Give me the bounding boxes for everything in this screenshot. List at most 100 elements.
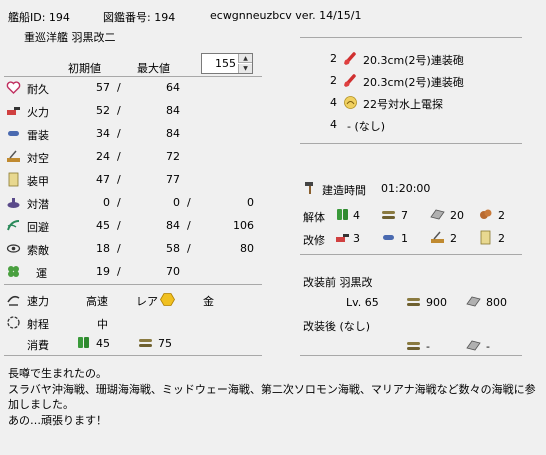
stat-label: 索敵 — [27, 244, 49, 257]
divider — [4, 76, 262, 77]
equip-name[interactable]: 20.3cm(2号)連装砲 — [363, 52, 464, 68]
modern-firepower-icon — [335, 230, 350, 245]
dismantle-label: 解体 — [303, 211, 325, 224]
build-time-label: 建造時間 — [322, 184, 366, 197]
stat-separator: / — [117, 150, 121, 163]
remodel-before-label: 改装前 羽黒改 — [303, 276, 373, 289]
stat-separator: / — [117, 104, 121, 117]
divider — [300, 355, 522, 356]
remodel-before-ammo-icon — [406, 294, 421, 309]
stat-max-value: 64 — [166, 81, 180, 94]
level-spinner[interactable]: 155 ▲ ▼ — [201, 53, 253, 74]
stat-label: 装甲 — [27, 175, 49, 188]
stat-label: 対潜 — [27, 198, 49, 211]
stat-max-value: 72 — [166, 150, 180, 163]
stat-initial-value: 34 — [96, 127, 110, 140]
armor-icon — [6, 172, 21, 187]
modern-antiair-icon — [430, 230, 445, 245]
modern-torpedo-value: 1 — [401, 232, 408, 245]
modern-armor-icon — [478, 230, 493, 245]
description-line: 長噂で生まれたの。 — [8, 367, 107, 380]
stat-max-value: 0 — [173, 196, 180, 209]
rarity-value: 金 — [203, 295, 214, 308]
equip-slot-count: 2 — [330, 52, 337, 65]
gun-icon — [343, 73, 358, 88]
stat-separator: / — [117, 173, 121, 186]
stat-label: 運 — [36, 267, 47, 280]
remodel-before-level: Lv. 65 — [346, 296, 379, 309]
modern-antiair-value: 2 — [450, 232, 457, 245]
cost-fuel-value: 45 — [96, 337, 110, 350]
equip-name[interactable]: 20.3cm(2号)連装砲 — [363, 74, 464, 90]
divider — [4, 355, 262, 356]
ship-name: 重巡洋艦 羽黒改二 — [24, 31, 116, 44]
stat-label: 耐久 — [27, 83, 49, 96]
speed-value: 高速 — [86, 295, 108, 308]
equip-slot-count: 4 — [330, 118, 337, 131]
equip-name[interactable]: - (なし) — [347, 118, 385, 134]
dismantle-steel-icon — [430, 207, 445, 222]
stat-max-value: 70 — [166, 265, 180, 278]
range-label: 射程 — [27, 318, 49, 331]
stat-separator: / — [117, 219, 121, 232]
remodel-after-steel-icon — [466, 338, 481, 353]
dismantle-bauxite-value: 2 — [498, 209, 505, 222]
torpedo-icon — [6, 126, 21, 141]
stat-label: 対空 — [27, 152, 49, 165]
stat-max-value: 58 — [166, 242, 180, 255]
divider — [300, 37, 522, 38]
modern-torpedo-icon — [381, 230, 396, 245]
range-icon — [6, 315, 21, 330]
antiair-icon — [6, 149, 21, 164]
stat-separator: / — [117, 81, 121, 94]
asw-icon — [6, 195, 21, 210]
zukan-number-label: 図鑑番号: 194 — [103, 11, 176, 24]
evasion-icon — [6, 218, 21, 233]
stat-initial-value: 57 — [96, 81, 110, 94]
description-line: あの…頑張ります！ — [8, 413, 107, 427]
ammo-icon — [138, 335, 153, 350]
speed-label: 速力 — [27, 295, 49, 308]
firepower-icon — [6, 103, 21, 118]
spinner-up-icon[interactable]: ▲ — [238, 54, 252, 63]
divider — [4, 284, 262, 285]
stat-max-value: 84 — [166, 219, 180, 232]
gun-icon — [343, 51, 358, 66]
equip-name[interactable]: 22号対水上電探 — [363, 96, 443, 112]
stat-max-value: 84 — [166, 104, 180, 117]
dismantle-bauxite-icon — [478, 207, 493, 222]
remodel-after-steel-value: - — [486, 340, 490, 353]
divider — [300, 143, 522, 144]
dismantle-ammo-value: 7 — [401, 209, 408, 222]
radar-icon — [343, 95, 358, 110]
stat-separator: / — [187, 219, 191, 232]
stat-separator: / — [117, 265, 121, 278]
stat-extra-value: 80 — [240, 242, 254, 255]
stat-separator: / — [117, 196, 121, 209]
stat-separator: / — [187, 196, 191, 209]
remodel-after-label: 改装後 (なし) — [303, 320, 371, 333]
modern-armor-value: 2 — [498, 232, 505, 245]
remodel-before-steel-icon — [466, 294, 481, 309]
description-line: スラバヤ沖海戦、珊瑚海海戦、ミッドウェー海戦、第二次ソロモン海戦、マリアナ海戦な… — [8, 382, 536, 412]
build-hammer-icon — [303, 180, 318, 195]
stat-initial-value: 24 — [96, 150, 110, 163]
spinner-down-icon[interactable]: ▼ — [238, 64, 252, 73]
rarity-hexagon-icon — [160, 292, 175, 307]
stat-separator: / — [187, 242, 191, 255]
heart-icon — [6, 80, 21, 95]
remodel-after-ammo-icon — [406, 338, 421, 353]
level-value: 155 — [215, 57, 236, 70]
modern-firepower-value: 3 — [353, 232, 360, 245]
build-time-value: 01:20:00 — [381, 182, 431, 195]
stat-initial-value: 0 — [103, 196, 110, 209]
stat-separator: / — [117, 127, 121, 140]
fuel-icon — [76, 335, 91, 350]
col-initial-header: 初期値 — [68, 62, 101, 75]
equip-slot-count: 4 — [330, 96, 337, 109]
cost-ammo-value: 75 — [158, 337, 172, 350]
stat-initial-value: 47 — [96, 173, 110, 186]
stat-max-value: 77 — [166, 173, 180, 186]
stat-separator: / — [117, 242, 121, 255]
stat-extra-value: 0 — [247, 196, 254, 209]
